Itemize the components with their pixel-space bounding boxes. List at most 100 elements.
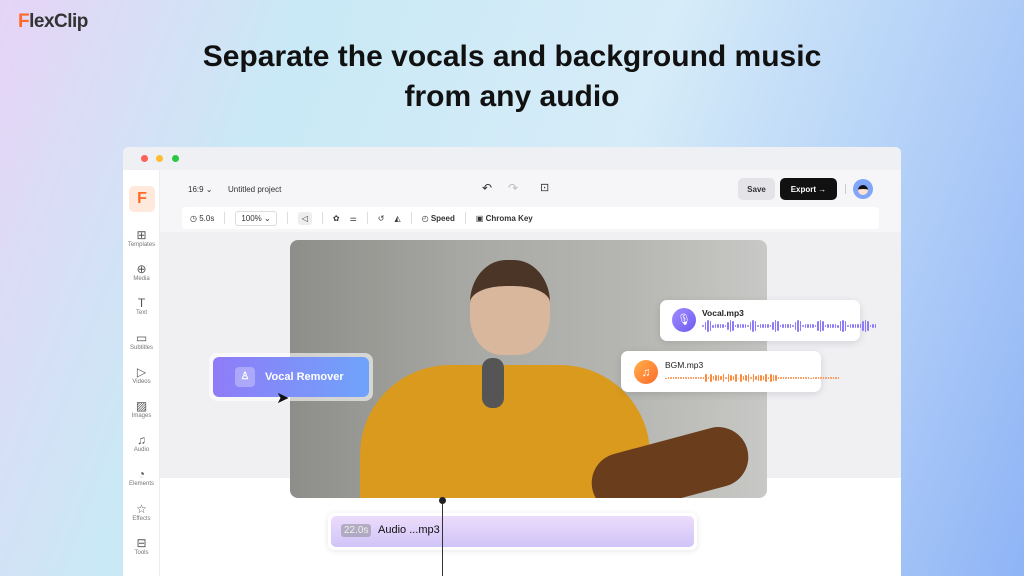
wave-bar: [797, 377, 799, 379]
wave-bar: [747, 324, 749, 328]
wave-bar: [762, 323, 764, 329]
wave-bar: [800, 376, 802, 380]
audio-clip[interactable]: 22.0s Audio ...mp3: [328, 513, 697, 550]
undo-icon[interactable]: ↶: [482, 181, 492, 195]
wave-bar: [770, 374, 772, 382]
wave-bar: [859, 324, 861, 328]
wave-bar: [775, 375, 777, 381]
wave-bar: [817, 321, 819, 331]
speed-button[interactable]: ◴ Speed: [422, 214, 455, 223]
maximize-dot[interactable]: [172, 155, 179, 162]
sidebar-item-videos[interactable]: ▷ Videos: [123, 365, 160, 385]
redo-icon[interactable]: ↷: [508, 181, 518, 195]
wave-bar: [874, 323, 876, 329]
wave-bar: [789, 324, 791, 328]
wave-bar: [717, 374, 719, 382]
wave-bar: [714, 324, 716, 328]
wave-bar: [720, 376, 722, 380]
wave-bar: [790, 376, 792, 380]
sidebar-item-tools[interactable]: ⊟ Tools: [123, 536, 160, 556]
wave-bar: [797, 320, 799, 332]
singer-head: [470, 260, 550, 355]
export-button[interactable]: Export →: [780, 178, 837, 200]
wave-bar: [815, 376, 817, 379]
clip-name: Audio ...mp3: [378, 524, 440, 536]
sidebar-item-label: Audio: [133, 447, 150, 454]
playhead[interactable]: [442, 498, 443, 576]
wave-bar: [732, 320, 734, 332]
wave-bar: [777, 376, 779, 380]
playhead-handle[interactable]: [439, 497, 446, 504]
project-title[interactable]: Untitled project: [228, 185, 281, 194]
bgm-waveform: [665, 371, 839, 385]
effects-star-icon: ☆: [136, 501, 147, 516]
headline-line-2: from any audio: [404, 80, 620, 113]
sidebar-item-label: Videos: [132, 378, 151, 385]
wave-bar: [690, 377, 692, 379]
duration-control[interactable]: ◷ 5.0s: [190, 214, 214, 223]
flip-icon[interactable]: ◭: [394, 214, 400, 223]
sidebar-item-media[interactable]: ⊕ Media: [123, 262, 160, 282]
vocal-track-card[interactable]: 🎙︎ Vocal.mp3: [660, 300, 876, 341]
wave-bar: [742, 323, 744, 329]
wave-bar: [869, 324, 871, 328]
wave-bar: [692, 376, 694, 380]
aspect-ratio-dropdown[interactable]: 16:9 ⌄: [188, 185, 213, 194]
sidebar-item-effects[interactable]: ☆ Effects: [123, 502, 160, 522]
wave-bar: [794, 321, 796, 331]
volume-icon[interactable]: ◁: [297, 211, 312, 225]
wave-bar: [759, 324, 761, 328]
sidebar-item-label: Tools: [134, 549, 149, 556]
wave-bar: [852, 323, 854, 329]
wave-bar: [730, 375, 732, 381]
screenshot-icon[interactable]: ⊡: [540, 181, 549, 194]
wave-bar: [700, 376, 702, 380]
sidebar-item-elements[interactable]: ◔ Elements: [123, 467, 160, 487]
wave-bar: [749, 321, 751, 331]
wave-bar: [822, 320, 824, 332]
wave-bar: [754, 320, 756, 332]
wave-bar: [832, 323, 834, 329]
wave-bar: [682, 377, 684, 379]
text-icon: T: [137, 296, 146, 311]
sidebar-item-subtitles[interactable]: ▭ Subtitles: [123, 331, 160, 351]
wave-bar: [727, 374, 729, 382]
chroma-key-button[interactable]: ▣ Chroma Key: [476, 214, 533, 223]
wave-bar: [677, 377, 679, 379]
wave-bar: [702, 376, 704, 380]
rotate-icon[interactable]: ↺: [378, 214, 385, 223]
sidebar-item-templates[interactable]: ⊞ Templates: [123, 228, 160, 248]
wave-bar: [724, 324, 726, 328]
track-name: Vocal.mp3: [702, 308, 744, 318]
sidebar-item-text[interactable]: T Text: [123, 296, 160, 316]
bgm-track-card[interactable]: ♫ BGM.mp3: [621, 351, 839, 392]
wave-bar: [742, 375, 744, 381]
wave-bar: [732, 375, 734, 381]
adjust-sliders-icon[interactable]: ⚌: [350, 214, 357, 223]
color-filter-icon[interactable]: ✿: [333, 214, 340, 223]
app-logo-icon[interactable]: F: [129, 186, 155, 212]
wave-bar: [685, 376, 687, 380]
image-icon: ▨: [135, 399, 148, 413]
wave-bar: [817, 376, 819, 380]
sidebar-item-audio[interactable]: ♫ Audio: [123, 433, 160, 453]
avatar[interactable]: [853, 179, 873, 199]
wave-bar: [792, 324, 794, 328]
minimize-dot[interactable]: [156, 155, 163, 162]
save-button[interactable]: Save: [738, 178, 775, 200]
wave-bar: [835, 377, 837, 379]
wave-bar: [665, 377, 667, 379]
sidebar-item-images[interactable]: ▨ Images: [123, 399, 160, 419]
close-dot[interactable]: [141, 155, 148, 162]
wave-bar: [819, 320, 821, 332]
vocal-remover-button[interactable]: ♙ Vocal Remover: [213, 357, 369, 397]
wave-bar: [709, 320, 711, 332]
sidebar-item-label: Elements: [128, 481, 154, 488]
wave-bar: [744, 324, 746, 328]
zoom-dropdown[interactable]: 100% ⌄: [235, 210, 277, 226]
wave-bar: [857, 324, 859, 328]
wave-bar: [747, 374, 749, 382]
wave-bar: [812, 376, 814, 380]
wave-bar: [712, 324, 714, 328]
divider: [845, 184, 846, 194]
